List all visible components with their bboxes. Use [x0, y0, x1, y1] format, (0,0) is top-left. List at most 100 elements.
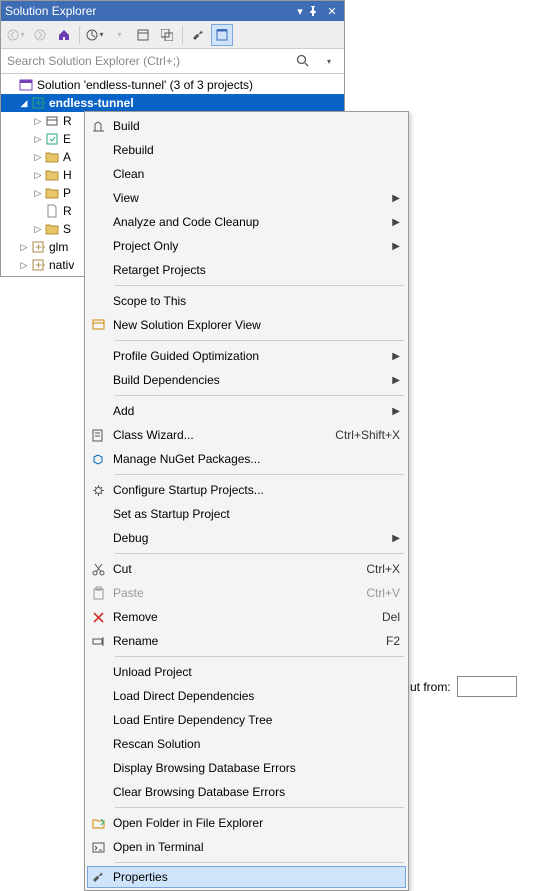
menu-item[interactable]: Configure Startup Projects...	[87, 478, 406, 502]
menu-item-label: Clear Browsing Database Errors	[113, 785, 400, 799]
menu-item[interactable]: Load Entire Dependency Tree	[87, 708, 406, 732]
expander-icon[interactable]: ▷	[33, 224, 43, 235]
solution-row[interactable]: Solution 'endless-tunnel' (3 of 3 projec…	[1, 76, 344, 94]
menu-item[interactable]: Display Browsing Database Errors	[87, 756, 406, 780]
submenu-arrow-icon: ▶	[388, 193, 400, 204]
tree-item-label: R	[63, 204, 72, 218]
menu-item[interactable]: Clear Browsing Database Errors	[87, 780, 406, 804]
menu-item[interactable]: Rescan Solution	[87, 732, 406, 756]
paste-icon	[91, 586, 113, 601]
menu-item[interactable]: Scope to This	[87, 289, 406, 313]
menu-item-label: Load Direct Dependencies	[113, 689, 400, 703]
tree-item-icon	[45, 132, 61, 146]
menu-item[interactable]: Properties	[87, 866, 406, 888]
search-dropdown-icon[interactable]: ▾	[318, 57, 340, 66]
svg-text:++: ++	[35, 96, 45, 110]
pending-changes-button[interactable]: ▾	[108, 24, 130, 46]
preview-button[interactable]	[211, 24, 233, 46]
menu-item[interactable]: Clean	[87, 162, 406, 186]
toolbar-separator	[79, 26, 80, 44]
expander-icon[interactable]: ▷	[33, 134, 43, 145]
tree-item-label: nativ	[49, 258, 74, 272]
sync-button[interactable]	[132, 24, 154, 46]
menu-item[interactable]: View▶	[87, 186, 406, 210]
menu-item-label: Cut	[113, 562, 366, 576]
menu-item[interactable]: RenameF2	[87, 629, 406, 653]
menu-item[interactable]: Add▶	[87, 399, 406, 423]
expander-icon[interactable]: ▷	[33, 152, 43, 163]
menu-item-label: Open in Terminal	[113, 840, 400, 854]
close-icon[interactable]: ✕	[324, 5, 340, 18]
menu-item[interactable]: Load Direct Dependencies	[87, 684, 406, 708]
submenu-arrow-icon: ▶	[388, 533, 400, 544]
tree-row[interactable]: ◢++endless-tunnel	[1, 94, 344, 112]
menu-item-label: Build	[113, 119, 400, 133]
menu-item-label: Analyze and Code Cleanup	[113, 215, 388, 229]
back-button[interactable]: ▾	[5, 24, 27, 46]
expander-icon[interactable]: ▷	[33, 170, 43, 181]
menu-item[interactable]: Set as Startup Project	[87, 502, 406, 526]
fragment-input[interactable]	[457, 676, 517, 697]
menu-shortcut: Ctrl+V	[366, 586, 400, 600]
tree-item-icon: ++	[31, 258, 47, 272]
submenu-arrow-icon: ▶	[388, 241, 400, 252]
tree-item-icon: ++	[31, 240, 47, 254]
menu-item[interactable]: Build	[87, 114, 406, 138]
menu-item-label: Rebuild	[113, 143, 400, 157]
tree-item-icon	[45, 204, 61, 218]
tree-item-label: R	[63, 114, 72, 128]
menu-item[interactable]: Profile Guided Optimization▶	[87, 344, 406, 368]
search-input[interactable]	[5, 51, 296, 71]
menu-separator	[115, 285, 404, 286]
menu-item[interactable]: Open Folder in File Explorer	[87, 811, 406, 835]
menu-item[interactable]: RemoveDel	[87, 605, 406, 629]
menu-item[interactable]: Build Dependencies▶	[87, 368, 406, 392]
pin-icon[interactable]	[308, 6, 324, 16]
menu-item-label: Remove	[113, 610, 382, 624]
menu-item[interactable]: CutCtrl+X	[87, 557, 406, 581]
menu-item[interactable]: Class Wizard...Ctrl+Shift+X	[87, 423, 406, 447]
background-fragment: ut from:	[410, 676, 517, 697]
switch-views-button[interactable]: ▾	[84, 24, 106, 46]
properties-button[interactable]	[187, 24, 209, 46]
solution-label: Solution 'endless-tunnel' (3 of 3 projec…	[37, 78, 253, 92]
toolbar-separator	[182, 26, 183, 44]
menu-item[interactable]: Open in Terminal	[87, 835, 406, 859]
panel-menu-dropdown-icon[interactable]: ▾	[292, 5, 308, 18]
rename-icon	[91, 634, 113, 649]
submenu-arrow-icon: ▶	[388, 375, 400, 386]
expander-icon[interactable]: ◢	[19, 98, 29, 109]
menu-separator	[115, 395, 404, 396]
expander-icon[interactable]: ▷	[33, 116, 43, 127]
menu-item[interactable]: Project Only▶	[87, 234, 406, 258]
menu-separator	[115, 656, 404, 657]
show-all-button[interactable]	[156, 24, 178, 46]
menu-separator	[115, 553, 404, 554]
forward-button[interactable]	[29, 24, 51, 46]
menu-item[interactable]: Rebuild	[87, 138, 406, 162]
menu-separator	[115, 474, 404, 475]
menu-item[interactable]: Debug▶	[87, 526, 406, 550]
search-icon[interactable]	[296, 54, 318, 68]
menu-item-label: Configure Startup Projects...	[113, 483, 400, 497]
menu-item-label: Debug	[113, 531, 388, 545]
menu-item[interactable]: Retarget Projects	[87, 258, 406, 282]
tree-item-icon	[45, 150, 61, 164]
home-button[interactable]	[53, 24, 75, 46]
gear-icon	[91, 483, 113, 498]
expander-icon[interactable]: ▷	[33, 188, 43, 199]
tree-item-icon	[45, 222, 61, 236]
expander-icon[interactable]: ▷	[19, 242, 29, 253]
folder-icon	[91, 816, 113, 831]
panel-header: Solution Explorer ▾ ✕	[1, 1, 344, 21]
context-menu[interactable]: BuildRebuildCleanView▶Analyze and Code C…	[84, 111, 409, 891]
menu-item[interactable]: New Solution Explorer View	[87, 313, 406, 337]
menu-item[interactable]: Manage NuGet Packages...	[87, 447, 406, 471]
expander-icon[interactable]: ▷	[19, 260, 29, 271]
menu-item[interactable]: Unload Project	[87, 660, 406, 684]
svg-text:++: ++	[35, 258, 45, 272]
menu-item[interactable]: Analyze and Code Cleanup▶	[87, 210, 406, 234]
cut-icon	[91, 562, 113, 577]
terminal-icon	[91, 840, 113, 855]
search-row: ▾	[1, 49, 344, 74]
